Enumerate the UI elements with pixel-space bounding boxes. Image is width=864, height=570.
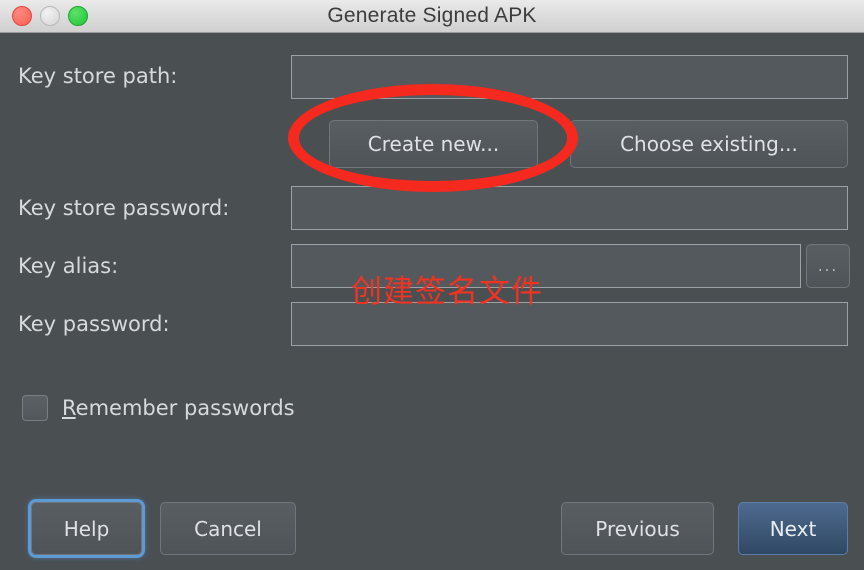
help-button[interactable]: Help [31,502,142,555]
cancel-button[interactable]: Cancel [160,502,296,555]
remember-passwords-text: emember passwords [75,396,295,420]
window-title: Generate Signed APK [327,4,537,27]
previous-button[interactable]: Previous [561,502,714,555]
key-password-label: Key password: [18,312,170,336]
generate-signed-apk-dialog: Generate Signed APK Key store path: Crea… [0,0,864,570]
remember-passwords-checkbox[interactable] [22,395,48,421]
key-password-input[interactable] [291,302,848,346]
choose-existing-button[interactable]: Choose existing... [570,120,848,168]
window-titlebar: Generate Signed APK [0,0,864,33]
remember-passwords-mnemonic: R [62,396,76,420]
key-store-password-input[interactable] [291,186,848,230]
key-alias-browse-button[interactable]: ... [806,244,850,288]
key-store-password-label: Key store password: [18,196,230,220]
key-store-path-input[interactable] [291,55,848,99]
next-button[interactable]: Next [738,502,848,555]
key-store-path-label: Key store path: [18,64,178,88]
create-new-button[interactable]: Create new... [329,120,538,168]
dialog-body: Key store path: Create new... Choose exi… [0,33,864,570]
remember-passwords-row[interactable]: Remember passwords [22,395,295,421]
key-alias-label: Key alias: [18,254,119,278]
key-alias-input[interactable] [291,244,801,288]
remember-passwords-label: Remember passwords [62,396,295,420]
